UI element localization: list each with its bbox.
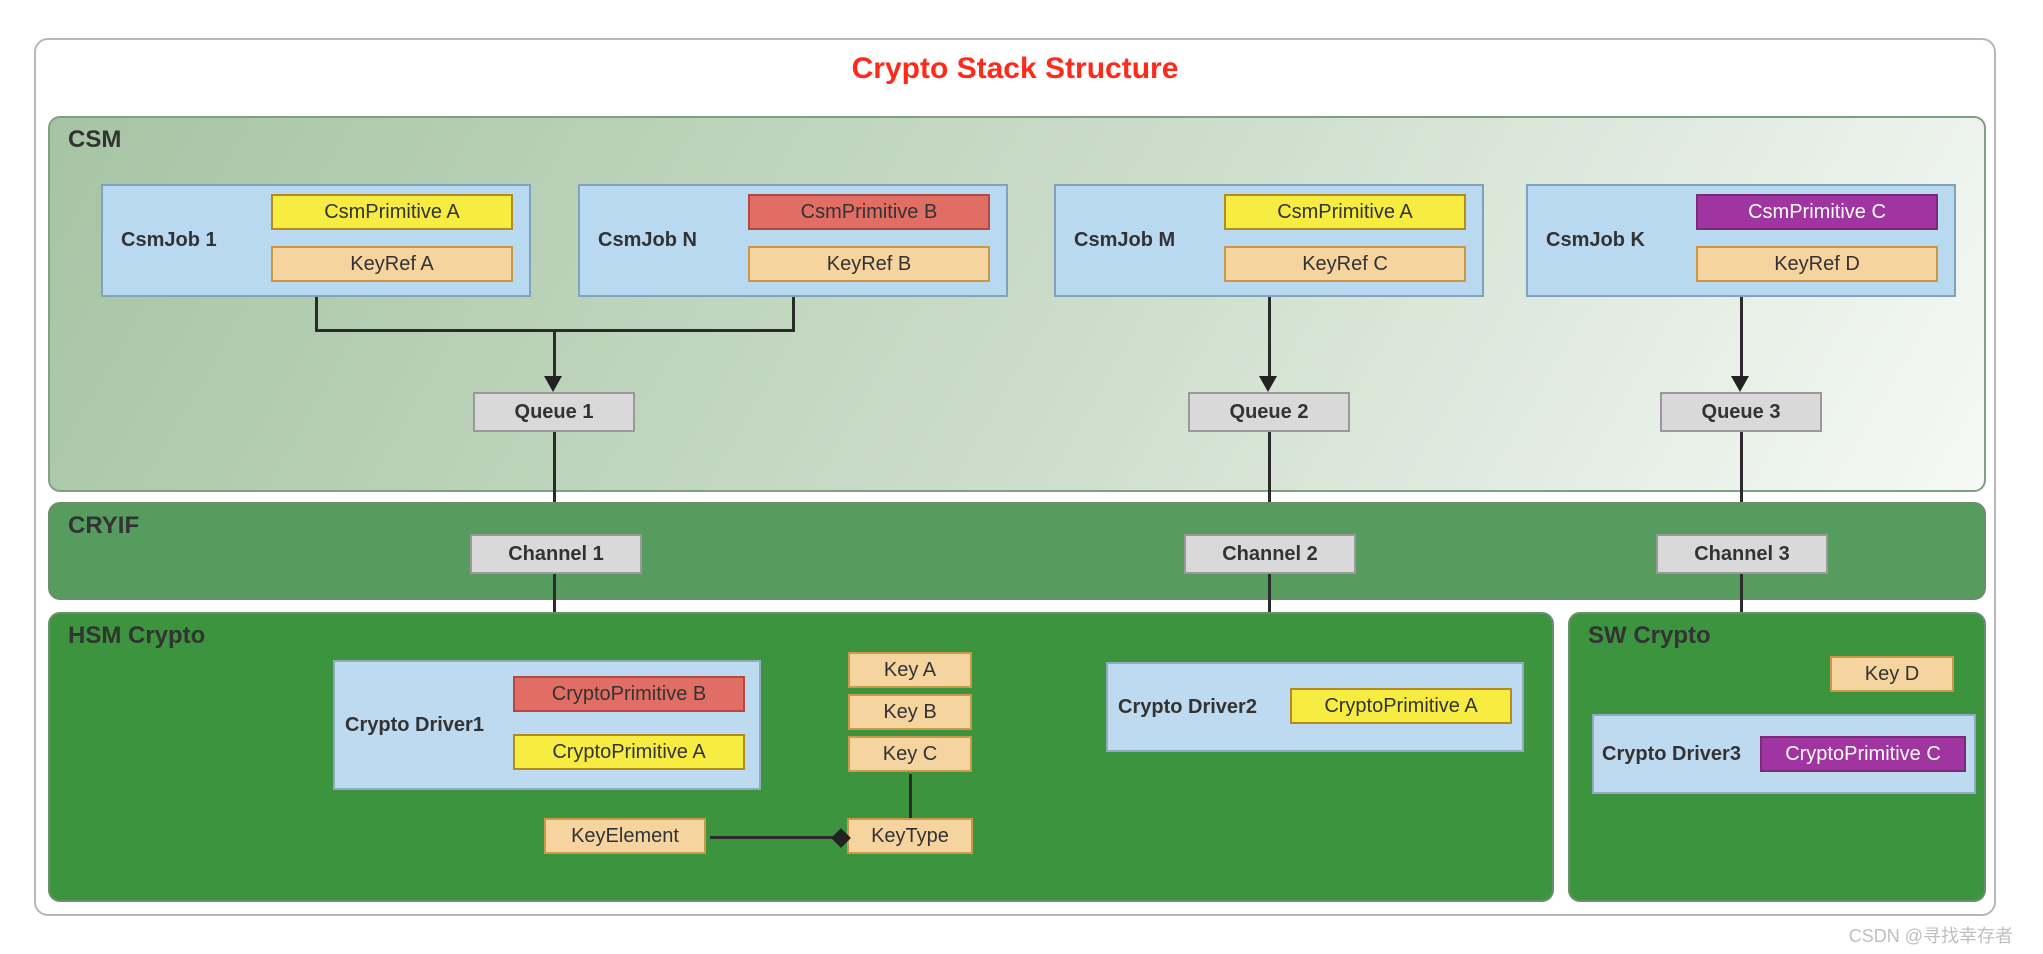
diagram-canvas: Crypto Stack Structure CSM CsmJob 1 CsmP…: [0, 0, 2043, 954]
key-d: Key D: [1830, 656, 1954, 692]
conn: [792, 297, 795, 331]
csm-job-m-keyref: KeyRef C: [1224, 246, 1466, 282]
csm-job-1: CsmJob 1 CsmPrimitive A KeyRef A: [101, 184, 531, 297]
crypto-driver-2-label: Crypto Driver2: [1118, 664, 1298, 750]
queue-2: Queue 2: [1188, 392, 1350, 432]
crypto-driver-3: Crypto Driver3 CryptoPrimitive C: [1592, 714, 1976, 794]
conn: [1268, 297, 1271, 381]
arrow-icon: [1731, 376, 1749, 392]
csm-job-k: CsmJob K CsmPrimitive C KeyRef D: [1526, 184, 1956, 297]
layer-label-hsm: HSM Crypto: [68, 622, 205, 650]
key-b: Key B: [848, 694, 972, 730]
key-type: KeyType: [847, 818, 973, 854]
layer-cryif: CRYIF Channel 1 Channel 2 Channel 3: [48, 502, 1986, 600]
channel-2: Channel 2: [1184, 534, 1356, 574]
key-a: Key A: [848, 652, 972, 688]
csm-job-n-keyref: KeyRef B: [748, 246, 990, 282]
conn: [1740, 297, 1743, 381]
crypto-driver-2: Crypto Driver2 CryptoPrimitive A: [1106, 662, 1524, 752]
queue-3: Queue 3: [1660, 392, 1822, 432]
layer-label-cryif: CRYIF: [68, 512, 139, 540]
csm-job-1-label: CsmJob 1: [121, 186, 251, 295]
crypto-driver-1-prim-b: CryptoPrimitive B: [513, 676, 745, 712]
crypto-driver-2-prim-a: CryptoPrimitive A: [1290, 688, 1512, 724]
csm-job-k-label: CsmJob K: [1546, 186, 1676, 295]
csm-job-m-label: CsmJob M: [1074, 186, 1204, 295]
outer-frame: Crypto Stack Structure CSM CsmJob 1 CsmP…: [34, 38, 1996, 916]
conn: [909, 774, 912, 818]
csm-job-m: CsmJob M CsmPrimitive A KeyRef C: [1054, 184, 1484, 297]
layer-hsm: HSM Crypto Crypto Driver1 CryptoPrimitiv…: [48, 612, 1554, 902]
csm-job-n: CsmJob N CsmPrimitive B KeyRef B: [578, 184, 1008, 297]
queue-1: Queue 1: [473, 392, 635, 432]
csm-job-1-primitive: CsmPrimitive A: [271, 194, 513, 230]
layer-label-csm: CSM: [68, 126, 121, 154]
csm-job-n-label: CsmJob N: [598, 186, 728, 295]
layer-sw: SW Crypto Key D Crypto Driver3 CryptoPri…: [1568, 612, 1986, 902]
key-c: Key C: [848, 736, 972, 772]
csm-job-m-primitive: CsmPrimitive A: [1224, 194, 1466, 230]
key-element: KeyElement: [544, 818, 706, 854]
csm-job-k-keyref: KeyRef D: [1696, 246, 1938, 282]
channel-1: Channel 1: [470, 534, 642, 574]
csm-job-n-primitive: CsmPrimitive B: [748, 194, 990, 230]
diagram-title: Crypto Stack Structure: [36, 52, 1994, 86]
crypto-driver-1: Crypto Driver1 CryptoPrimitive B CryptoP…: [333, 660, 761, 790]
channel-3: Channel 3: [1656, 534, 1828, 574]
layer-label-sw: SW Crypto: [1588, 622, 1711, 650]
arrow-icon: [1259, 376, 1277, 392]
crypto-driver-1-prim-a: CryptoPrimitive A: [513, 734, 745, 770]
conn: [710, 836, 844, 839]
csm-job-k-primitive: CsmPrimitive C: [1696, 194, 1938, 230]
conn: [553, 329, 556, 381]
crypto-driver-3-prim-c: CryptoPrimitive C: [1760, 736, 1966, 772]
conn: [315, 297, 318, 331]
arrow-icon: [544, 376, 562, 392]
crypto-driver-1-label: Crypto Driver1: [345, 662, 525, 788]
watermark: CSDN @寻找幸存者: [1849, 922, 2013, 948]
crypto-driver-3-label: Crypto Driver3: [1602, 716, 1762, 792]
csm-job-1-keyref: KeyRef A: [271, 246, 513, 282]
layer-csm: CSM CsmJob 1 CsmPrimitive A KeyRef A Csm…: [48, 116, 1986, 492]
